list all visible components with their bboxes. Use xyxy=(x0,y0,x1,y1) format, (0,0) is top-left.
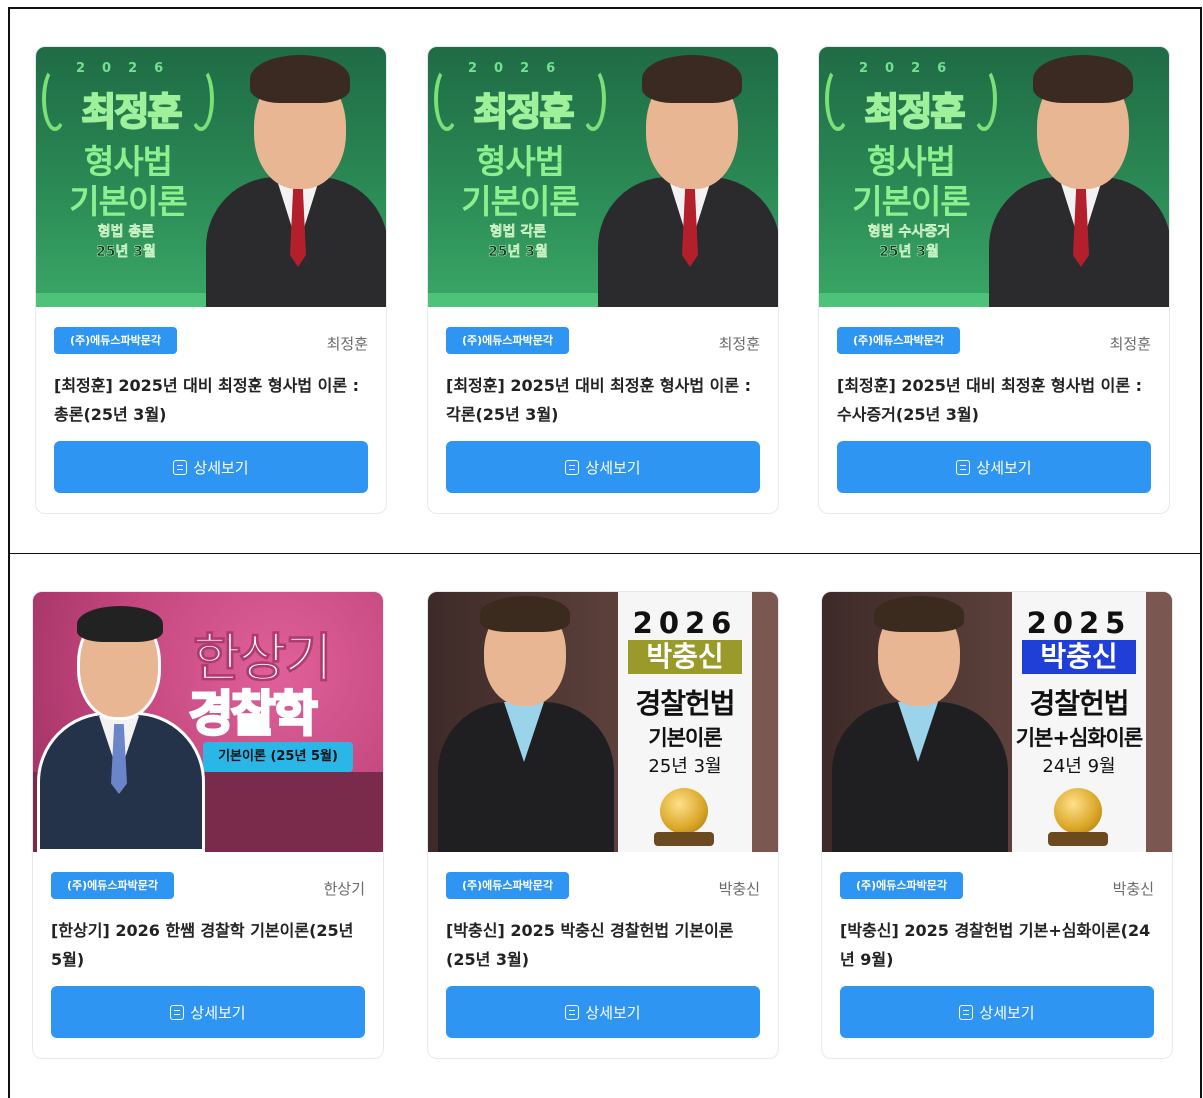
thumb-part: 형법 수사증거 xyxy=(867,224,951,241)
detail-button[interactable]: 상세보기 xyxy=(840,986,1154,1038)
course-card[interactable]: 한상기 경찰학 기본이론 (25년 5월) (주)에듀스파박문각 한상기 [한상… xyxy=(32,591,384,1059)
thumb-part: 형법 각론 xyxy=(489,224,547,241)
detail-button-label: 상세보기 xyxy=(193,458,249,477)
thumb-course: 기본이론 xyxy=(69,182,187,221)
teacher-photo xyxy=(438,592,614,852)
detail-button[interactable]: 상세보기 xyxy=(837,441,1151,493)
course-thumbnail[interactable]: 2026 최정훈 형사법 기본이론 형법 총론 25년 3월 xyxy=(36,47,386,307)
thumb-year: 2026 xyxy=(632,606,738,640)
thumb-year: 2025 xyxy=(1026,606,1132,640)
teacher-photo xyxy=(832,592,1008,852)
document-icon xyxy=(959,1004,974,1020)
course-title[interactable]: [최정훈] 2025년 대비 최정훈 형사법 이론 : 수사증거(25년 3월) xyxy=(837,371,1151,429)
thumb-teacher-name: 박충신 xyxy=(1022,640,1136,674)
thumb-subject: 경찰헌법 xyxy=(1029,687,1129,720)
course-title[interactable]: [박충신] 2025 경찰헌법 기본+심화이론(24년 9월) xyxy=(840,916,1154,974)
thumb-date: 24년 9월 xyxy=(1042,756,1116,777)
author-name: 박충신 xyxy=(718,880,760,898)
detail-button[interactable]: 상세보기 xyxy=(446,986,760,1038)
thumb-year: 2026 xyxy=(859,61,964,76)
thumb-course: 기본이론 xyxy=(461,182,579,221)
course-thumbnail[interactable]: 한상기 경찰학 기본이론 (25년 5월) xyxy=(33,592,383,852)
publisher-badge: (주)에듀스파박문각 xyxy=(51,872,175,899)
detail-button-label: 상세보기 xyxy=(585,1003,641,1022)
thumb-info-panel: 2026 박충신 경찰헌법 기본이론 25년 3월 xyxy=(618,592,752,852)
thumb-subject: 경찰헌법 xyxy=(635,687,735,720)
detail-button-label: 상세보기 xyxy=(190,1003,246,1022)
course-title[interactable]: [박충신] 2025 박충신 경찰헌법 기본이론(25년 3월) xyxy=(446,916,760,974)
thumb-course: 기본이론 xyxy=(852,182,970,221)
thumb-teacher-name: 최정훈 xyxy=(81,89,184,135)
thumb-info-panel: 2025 박충신 경찰헌법 기본+심화이론 24년 9월 xyxy=(1012,592,1146,852)
row-divider xyxy=(10,553,1200,554)
author-name: 최정훈 xyxy=(326,335,368,353)
thumb-year: 2026 xyxy=(76,61,181,76)
thumb-teacher-name: 최정훈 xyxy=(864,89,967,135)
thumb-date: 25년 3월 xyxy=(648,756,722,777)
course-thumbnail[interactable]: 2026 박충신 경찰헌법 기본이론 25년 3월 xyxy=(428,592,778,852)
detail-button-label: 상세보기 xyxy=(976,458,1032,477)
thumb-date: 25년 3월 xyxy=(96,244,156,261)
thumb-year: 2026 xyxy=(468,61,573,76)
document-icon xyxy=(565,1004,580,1020)
course-card[interactable]: 2025 박충신 경찰헌법 기본+심화이론 24년 9월 (주)에듀스파박문각 … xyxy=(821,591,1173,1059)
author-name: 최정훈 xyxy=(1109,335,1151,353)
publisher-badge: (주)에듀스파박문각 xyxy=(54,327,178,354)
medal-base xyxy=(654,832,714,846)
detail-button[interactable]: 상세보기 xyxy=(446,441,760,493)
course-thumbnail[interactable]: 2026 최정훈 형사법 기본이론 형법 각론 25년 3월 xyxy=(428,47,778,307)
medal-base xyxy=(1048,832,1108,846)
teacher-photo xyxy=(598,47,778,307)
detail-button[interactable]: 상세보기 xyxy=(51,986,365,1038)
thumb-course-tag: 기본이론 (25년 5월) xyxy=(203,742,353,772)
thumb-course: 기본이론 xyxy=(648,726,722,750)
document-icon xyxy=(173,459,188,475)
course-card[interactable]: 2026 최정훈 형사법 기본이론 형법 수사증거 25년 3월 (주)에듀스파… xyxy=(818,46,1170,514)
course-title[interactable]: [최정훈] 2025년 대비 최정훈 형사법 이론 : 각론(25년 3월) xyxy=(446,371,760,429)
publisher-badge: (주)에듀스파박문각 xyxy=(446,872,570,899)
publisher-badge: (주)에듀스파박문각 xyxy=(446,327,570,354)
course-card[interactable]: 2026 박충신 경찰헌법 기본이론 25년 3월 (주)에듀스파박문각 박충신… xyxy=(427,591,779,1059)
author-name: 한상기 xyxy=(323,880,365,898)
course-card[interactable]: 2026 최정훈 형사법 기본이론 형법 총론 25년 3월 (주)에듀스파박문… xyxy=(35,46,387,514)
course-title[interactable]: [최정훈] 2025년 대비 최정훈 형사법 이론 : 총론(25년 3월) xyxy=(54,371,368,429)
detail-button-label: 상세보기 xyxy=(585,458,641,477)
medal-icon xyxy=(660,788,708,834)
detail-button[interactable]: 상세보기 xyxy=(54,441,368,493)
author-name: 박충신 xyxy=(1112,880,1154,898)
thumb-teacher-name: 최정훈 xyxy=(473,89,576,135)
publisher-badge: (주)에듀스파박문각 xyxy=(837,327,961,354)
course-title[interactable]: [한상기] 2026 한쌤 경찰학 기본이론(25년 5월) xyxy=(51,916,365,974)
document-icon xyxy=(956,459,971,475)
teacher-photo xyxy=(33,592,209,852)
teacher-photo xyxy=(206,47,386,307)
document-icon xyxy=(565,459,580,475)
publisher-badge: (주)에듀스파박문각 xyxy=(840,872,964,899)
detail-button-label: 상세보기 xyxy=(979,1003,1035,1022)
thumb-date: 25년 3월 xyxy=(488,244,548,261)
thumb-course: 기본+심화이론 xyxy=(1015,726,1144,750)
thumb-date: 25년 3월 xyxy=(879,244,939,261)
thumb-teacher-name: 박충신 xyxy=(628,640,742,674)
course-card[interactable]: 2026 최정훈 형사법 기본이론 형법 각론 25년 3월 (주)에듀스파박문… xyxy=(427,46,779,514)
author-name: 최정훈 xyxy=(718,335,760,353)
teacher-photo xyxy=(989,47,1169,307)
course-thumbnail[interactable]: 2025 박충신 경찰헌법 기본+심화이론 24년 9월 xyxy=(822,592,1172,852)
medal-icon xyxy=(1054,788,1102,834)
course-thumbnail[interactable]: 2026 최정훈 형사법 기본이론 형법 수사증거 25년 3월 xyxy=(819,47,1169,307)
thumb-part: 형법 총론 xyxy=(97,224,155,241)
document-icon xyxy=(170,1004,185,1020)
